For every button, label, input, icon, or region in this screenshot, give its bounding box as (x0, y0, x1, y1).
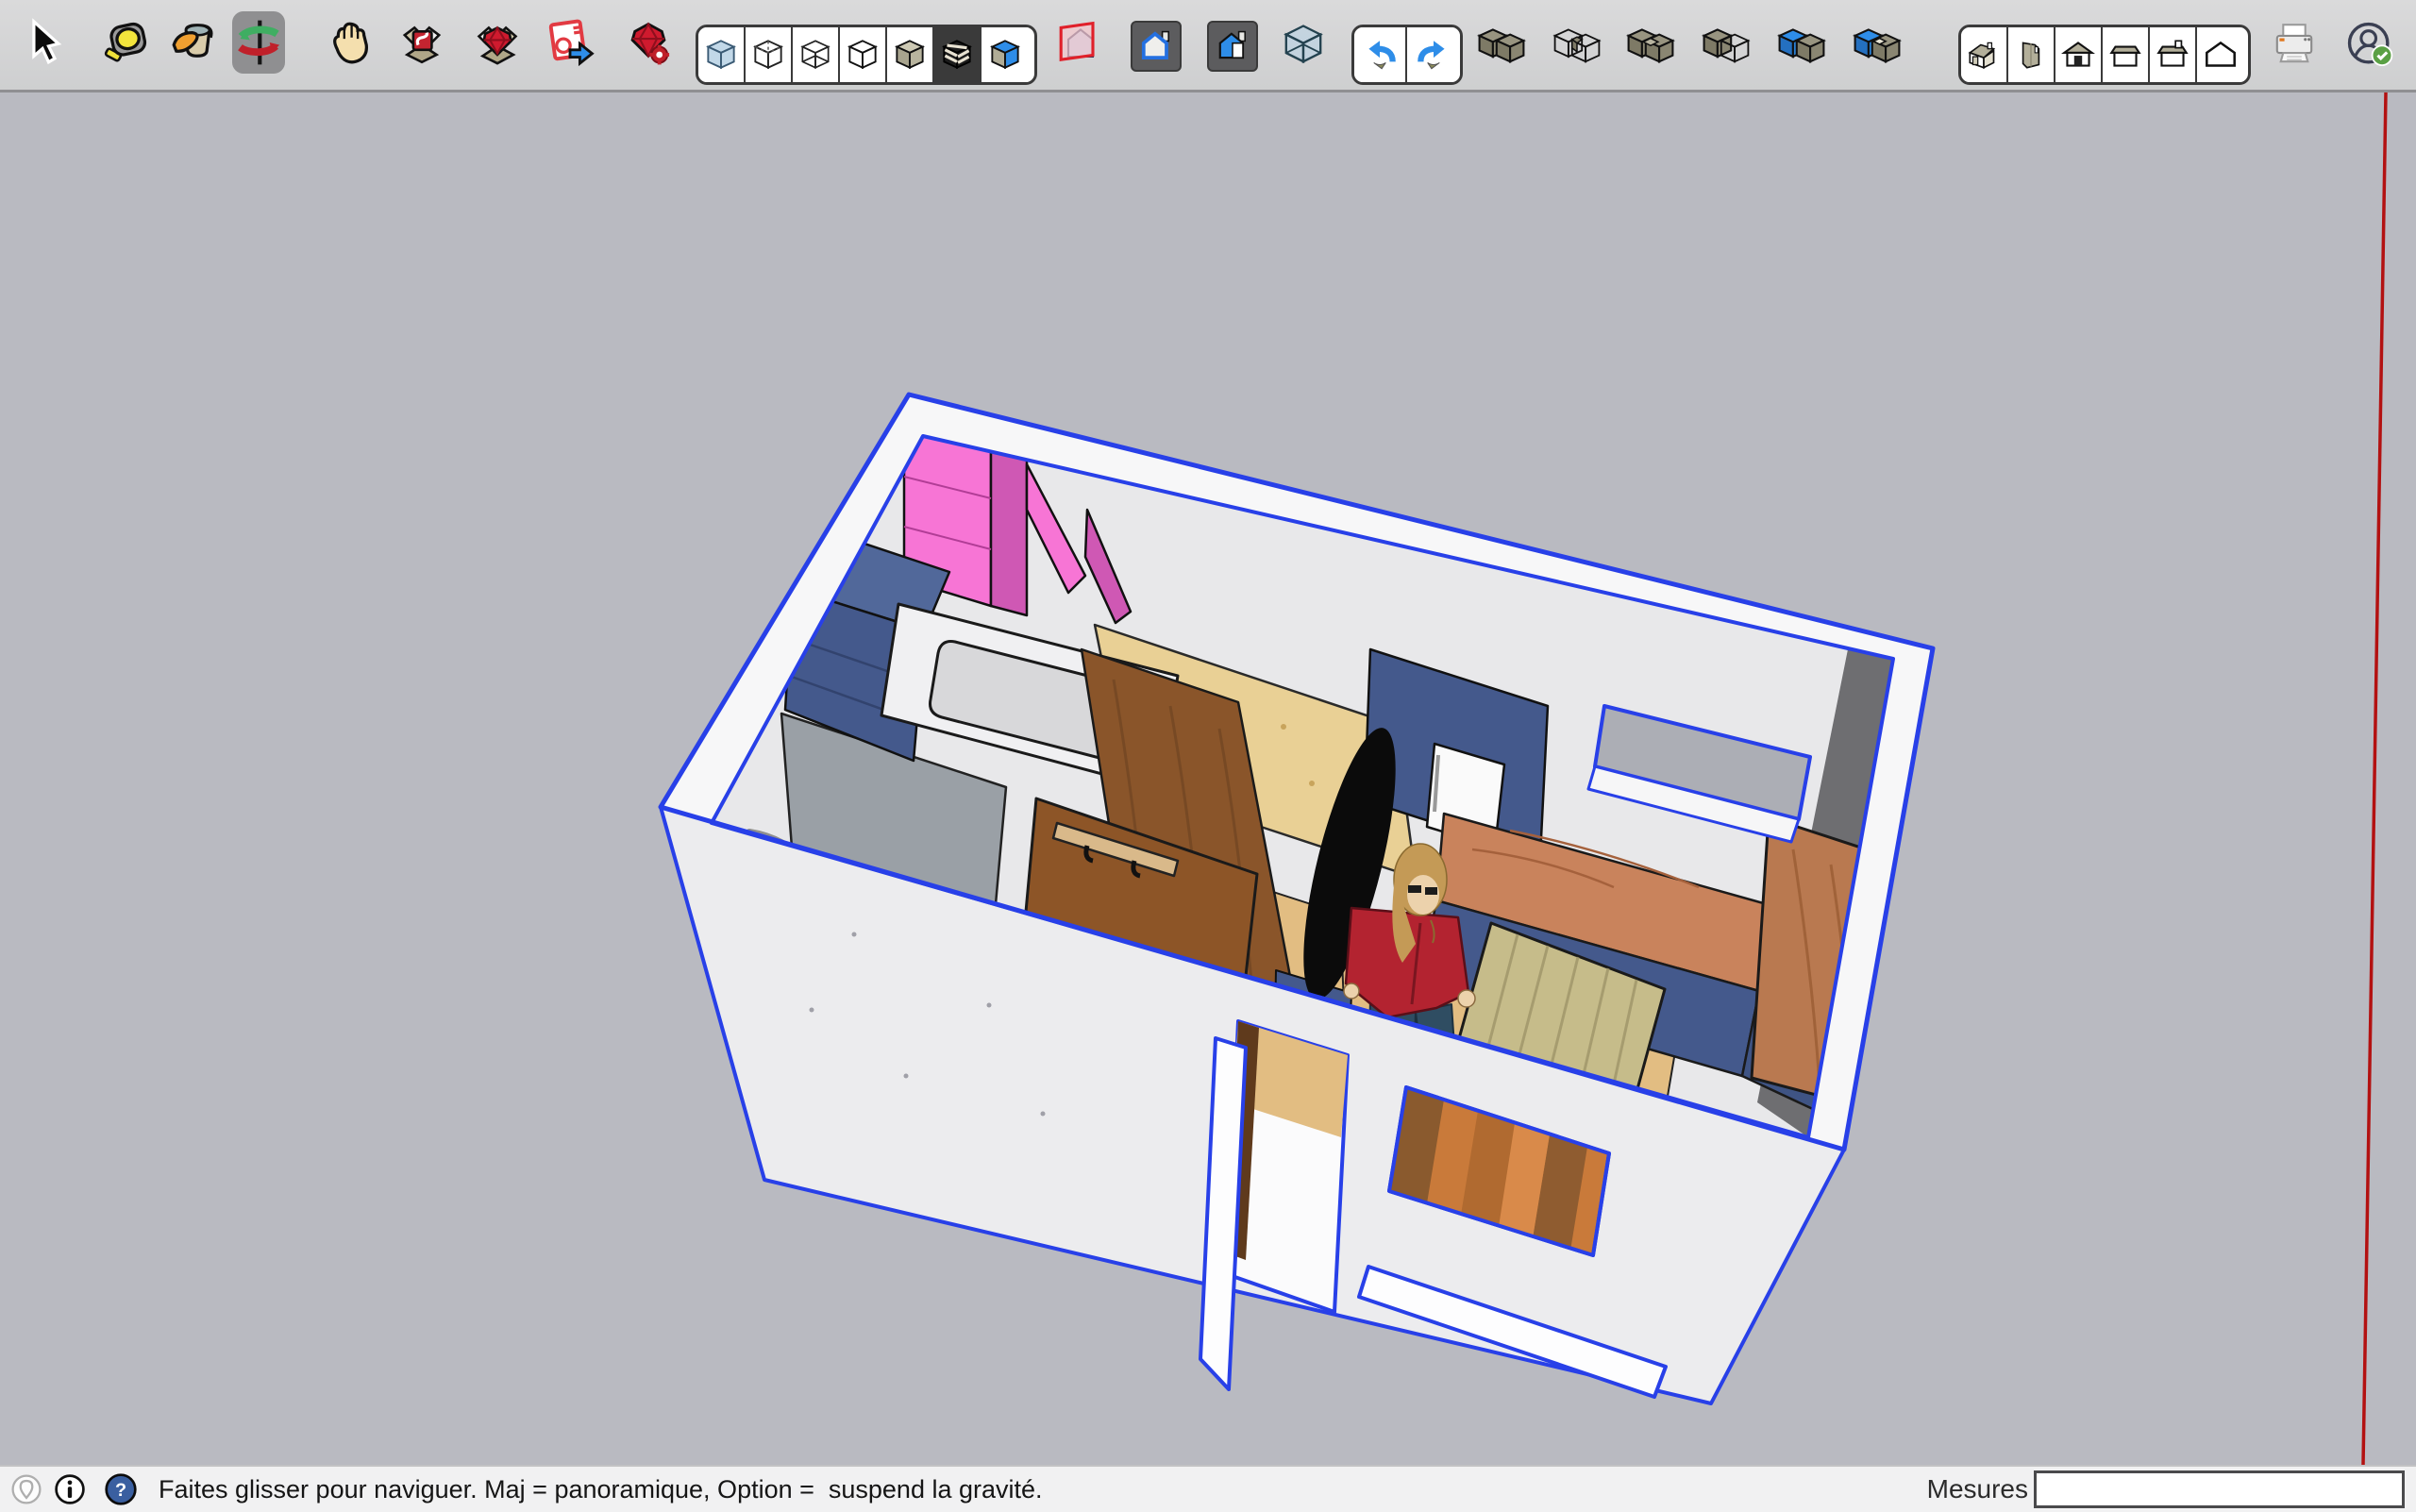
textured-cube-icon (942, 40, 972, 70)
display-section-fills-button[interactable] (1207, 21, 1258, 72)
intersect-icon (1552, 28, 1602, 63)
solid-trim-button[interactable] (1774, 15, 1829, 74)
view-right-button[interactable] (2103, 27, 2150, 82)
svg-text:?: ? (115, 1480, 126, 1501)
component-box-icon (402, 25, 442, 64)
print-button[interactable] (2267, 15, 2322, 74)
style-wireframe-button[interactable] (793, 27, 840, 82)
split-icon (1853, 28, 1902, 63)
status-message: Faites glisser pour naviguer. Maj = pano… (159, 1474, 1043, 1504)
style-monochrome-button[interactable] (982, 27, 1029, 82)
help-icon: ? (105, 1473, 137, 1505)
credits-button[interactable] (53, 1472, 87, 1506)
cursor-icon (32, 18, 62, 65)
hidden-line-cube-icon (847, 40, 878, 70)
solid-split-button[interactable] (1850, 15, 1904, 74)
back-view-icon (2156, 40, 2189, 67)
section-fills-icon (1218, 30, 1246, 59)
ruby-box-icon (477, 25, 518, 65)
section-plane-icon (1059, 21, 1095, 61)
hand (1343, 983, 1360, 1000)
tape-measure-tool-button[interactable] (99, 11, 152, 74)
hand (1457, 989, 1476, 1008)
union-icon (1626, 28, 1675, 63)
paint-bucket-icon (172, 24, 213, 58)
left-view-icon (2206, 41, 2236, 67)
account-avatar-icon (2347, 22, 2393, 67)
shaded-cube-icon (895, 40, 925, 70)
section-display-toggle-button[interactable] (1276, 15, 1331, 74)
red-axis-line (2361, 92, 2388, 1466)
extension-warehouse-button[interactable] (471, 11, 524, 74)
iso-house-icon (1968, 42, 1996, 70)
modeling-viewport[interactable] (0, 92, 2416, 1466)
solid-intersect-button[interactable] (1550, 15, 1604, 74)
extension-manager-button[interactable] (622, 11, 675, 74)
view-top-button[interactable] (2008, 27, 2055, 82)
outer-shell-icon (1477, 28, 1526, 63)
account-button[interactable] (2342, 15, 2397, 74)
scene-svg (658, 92, 2388, 1466)
pan-tool-button[interactable] (323, 11, 376, 74)
history-toolbar (1351, 25, 1463, 85)
solid-outer-shell-button[interactable] (1474, 15, 1529, 74)
back-edges-cube-icon (753, 40, 783, 70)
view-back-button[interactable] (2150, 27, 2197, 82)
layout-export-icon (548, 19, 595, 67)
tiny-house-model (658, 392, 1936, 1405)
paint-bucket-tool-button[interactable] (167, 11, 220, 74)
credits-info-icon (55, 1474, 85, 1504)
section-cuts-icon (1141, 30, 1169, 59)
sketchup-window: ? Faites glisser pour naviguer. Maj = pa… (0, 0, 2416, 1512)
orbit-tool-button[interactable] (232, 11, 285, 74)
printer-icon (2275, 24, 2313, 63)
select-tool-button[interactable] (16, 11, 69, 74)
style-hidden-line-button[interactable] (840, 27, 887, 82)
style-xray-button[interactable] (698, 27, 746, 82)
measurements-input[interactable] (2034, 1470, 2405, 1508)
face-style-toolbar (696, 25, 1037, 85)
geolocation-button[interactable] (9, 1472, 43, 1506)
front-view-icon (2061, 42, 2095, 67)
translucent-cube-icon (1284, 25, 1323, 64)
pan-hand-icon (333, 22, 369, 64)
measurements-area: Mesures (1927, 1470, 2405, 1508)
status-bar: ? Faites glisser pour naviguer. Maj = pa… (0, 1465, 2416, 1512)
xray-cube-icon (706, 40, 736, 70)
ruby-gear-icon (630, 22, 670, 65)
display-section-cuts-button[interactable] (1131, 21, 1182, 72)
top-view-icon (2022, 42, 2040, 69)
solid-union-button[interactable] (1623, 15, 1678, 74)
undo-button[interactable] (1354, 27, 1407, 82)
measurements-label: Mesures (1926, 1474, 2028, 1504)
view-iso-button[interactable] (1961, 27, 2008, 82)
main-toolbar (0, 0, 2416, 92)
help-button[interactable]: ? (104, 1472, 138, 1506)
monochrome-cube-icon (990, 40, 1020, 70)
wireframe-cube-icon (800, 40, 830, 69)
orbit-icon (238, 20, 280, 65)
geolocation-icon (11, 1474, 42, 1504)
redo-icon (1418, 41, 1445, 70)
views-toolbar (1958, 25, 2251, 85)
redo-button[interactable] (1407, 27, 1460, 82)
view-left-button[interactable] (2197, 27, 2244, 82)
solid-subtract-button[interactable] (1699, 15, 1753, 74)
components-button[interactable] (395, 11, 448, 74)
right-view-icon (2109, 45, 2141, 67)
trim-icon (1777, 28, 1826, 63)
tape-measure-icon (104, 22, 147, 62)
view-front-button[interactable] (2055, 27, 2103, 82)
style-shaded-textures-button[interactable] (934, 27, 982, 82)
section-plane-button[interactable] (1053, 15, 1108, 74)
doorway (1199, 1019, 1350, 1391)
style-shaded-button[interactable] (887, 27, 934, 82)
undo-icon (1368, 41, 1396, 70)
send-to-layout-button[interactable] (544, 11, 596, 74)
subtract-icon (1702, 28, 1751, 63)
style-back-edges-button[interactable] (746, 27, 793, 82)
